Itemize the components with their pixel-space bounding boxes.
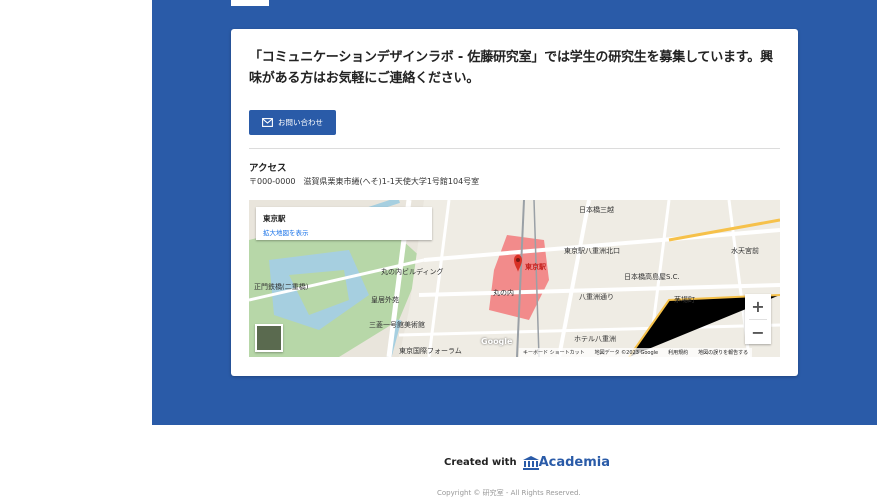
map-label: 八重洲通り (579, 293, 614, 301)
embedded-map[interactable]: 東京駅 丸の内 丸の内ビルディング 皇居外苑 東京国際フォーラム 日本橋三越 東… (249, 200, 780, 357)
zoom-in-button[interactable]: + (745, 294, 771, 319)
map-label: 皇居外苑 (371, 296, 399, 304)
map-label: 丸の内ビルディング (381, 268, 444, 276)
map-label: 正門鉄橋(二重橋) (254, 283, 309, 291)
map-label: 丸の内 (493, 289, 514, 297)
contact-card: 「コミュニケーションデザインラボ - 佐藤研究室」では学生の研究生を募集していま… (231, 29, 798, 376)
footer-brand[interactable]: Created with Academia (444, 455, 610, 470)
map-attribution-bar: キーボード ショートカット 地図データ ©2023 Google 利用規約 地図… (519, 348, 753, 357)
map-label: 水天宮前 (731, 247, 759, 255)
map-label: 三菱一号館美術館 (369, 321, 425, 329)
contact-button[interactable]: お問い合わせ (249, 110, 336, 135)
academia-building-icon (522, 455, 539, 470)
access-title: アクセス (249, 163, 287, 174)
map-place-name: 東京駅 (263, 214, 286, 223)
keyboard-shortcuts-link[interactable]: キーボード ショートカット (523, 349, 585, 357)
map-label: 東京駅八重洲北口 (564, 247, 620, 255)
map-label: ホテル八重洲 (574, 335, 616, 343)
terms-link[interactable]: 利用規約 (668, 349, 688, 357)
map-info-box: 東京駅 拡大地図を表示 (256, 207, 432, 240)
map-label: 茅場町 (674, 296, 695, 304)
larger-map-link[interactable]: 拡大地図を表示 (263, 227, 309, 237)
intro-text: 「コミュニケーションデザインラボ - 佐藤研究室」では学生の研究生を募集していま… (249, 50, 773, 86)
map-zoom-control: + − (745, 294, 771, 344)
map-label: 東京国際フォーラム (399, 347, 462, 355)
map-label: 日本橋三越 (579, 206, 614, 214)
created-with-text: Created with (444, 457, 517, 468)
map-label: 日本橋高島屋S.C. (624, 273, 680, 281)
contact-button-label: お問い合わせ (278, 118, 323, 127)
academia-brand-text: Academia (538, 455, 611, 470)
access-address: 〒000-0000 滋賀県栗東市綣(へそ)1-1天使大学1号館104号室 (249, 177, 480, 186)
google-logo: Google (481, 337, 513, 346)
map-data-credit: 地図データ ©2023 Google (594, 350, 659, 356)
report-error-link[interactable]: 地図の誤りを報告する (698, 349, 748, 357)
zoom-out-button[interactable]: − (745, 320, 771, 345)
map-label: 東京駅 (525, 263, 546, 271)
academia-logo: Academia (522, 455, 611, 470)
mail-icon (262, 118, 273, 127)
divider (249, 148, 780, 149)
map-layer-toggle[interactable] (255, 324, 283, 352)
section-indicator (231, 0, 269, 6)
copyright-text: Copyright © 研究室 - All Rights Reserved. (437, 489, 581, 497)
